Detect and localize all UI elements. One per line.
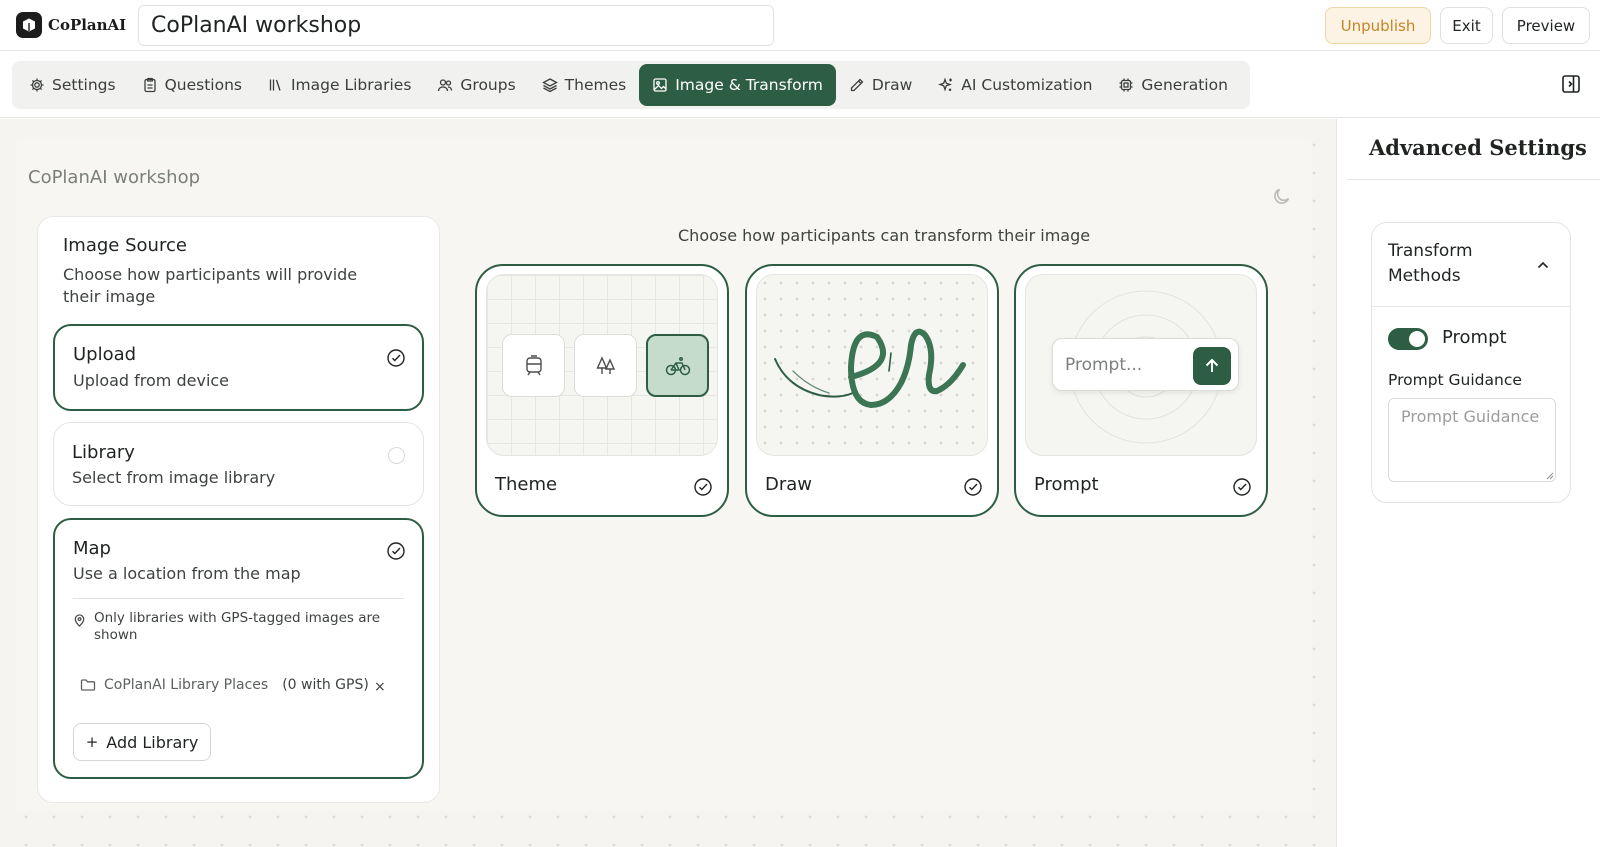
tab-draw[interactable]: Draw (836, 64, 925, 106)
logo: CoPlanAI (16, 12, 126, 38)
chevron-up-icon[interactable] (1535, 257, 1551, 273)
pencil-icon (850, 78, 864, 92)
layers-icon (541, 78, 558, 93)
resize-grip-icon[interactable] (1544, 470, 1554, 480)
check-circle-icon (1233, 478, 1251, 496)
tab-label: Image & Transform (675, 76, 823, 94)
tram-icon (502, 334, 565, 397)
prompt-placeholder: Prompt... (1065, 355, 1143, 375)
check-circle-icon (964, 478, 982, 496)
users-icon (438, 79, 453, 92)
toggle-label: Prompt (1442, 327, 1507, 348)
tab-label: Generation (1141, 76, 1228, 94)
tab-settings[interactable]: Settings (16, 64, 129, 106)
check-circle-icon (387, 542, 405, 560)
unpublish-button[interactable]: Unpublish (1325, 7, 1431, 44)
library-icon (269, 79, 281, 91)
preview-button[interactable]: Preview (1502, 7, 1590, 44)
divider (1347, 179, 1600, 180)
draw-preview (756, 274, 988, 456)
workshop-title-input[interactable] (138, 5, 774, 46)
option-subtitle: Use a location from the map (73, 564, 301, 583)
tab-image-transform[interactable]: Image & Transform (639, 64, 836, 106)
source-option-map[interactable]: Map Use a location from the map Only lib… (53, 518, 424, 779)
image-source-title: Image Source (63, 235, 187, 256)
selected-library: CoPlanAI Library Places (0 with GPS) (80, 677, 369, 693)
folder-icon (80, 679, 96, 691)
exit-button[interactable]: Exit (1440, 7, 1493, 44)
tab-ai-customization[interactable]: AI Customization (925, 64, 1105, 106)
card-label: Prompt (1034, 474, 1099, 495)
tab-themes[interactable]: Themes (529, 64, 640, 106)
theme-preview (486, 274, 718, 456)
tab-bar: Settings Questions Image Libraries Group… (0, 51, 1600, 118)
add-library-button[interactable]: + Add Library (73, 723, 211, 761)
transform-card-draw[interactable]: Draw (745, 264, 999, 517)
plus-icon: + (85, 733, 99, 751)
prompt-preview: Prompt... (1025, 274, 1257, 456)
sparkles-icon (938, 77, 953, 92)
logo-text: CoPlanAI (48, 16, 127, 34)
gps-note: Only libraries with GPS-tagged images ar… (73, 610, 393, 644)
panel-title: Advanced Settings (1369, 135, 1587, 160)
option-subtitle: Upload from device (73, 371, 230, 390)
divider (73, 598, 404, 599)
tab-image-libraries[interactable]: Image Libraries (255, 64, 424, 106)
tab-questions[interactable]: Questions (129, 64, 255, 106)
transform-methods-section: Transform Methods Prompt Prompt Guidance (1371, 222, 1571, 503)
panel-toggle-icon[interactable] (1560, 73, 1582, 95)
prompt-guidance-input[interactable] (1388, 398, 1556, 482)
canvas-title: CoPlanAI workshop (28, 167, 201, 188)
clipboard-icon (143, 77, 156, 93)
card-label: Draw (765, 474, 813, 495)
add-library-label: Add Library (106, 732, 199, 752)
logo-icon (16, 12, 42, 38)
prompt-input-mock: Prompt... (1052, 338, 1239, 391)
library-gps-count: (0 with GPS) (282, 677, 369, 693)
source-option-library[interactable]: Library Select from image library (53, 422, 424, 506)
bicycle-icon (646, 334, 709, 397)
tab-label: Questions (164, 76, 242, 94)
gear-icon (30, 78, 44, 92)
library-name: CoPlanAI Library Places (104, 677, 269, 693)
moon-icon[interactable] (1271, 185, 1293, 207)
trees-icon (574, 334, 637, 397)
image-source-description: Choose how participants will provide the… (63, 265, 358, 306)
tab-generation[interactable]: Generation (1105, 64, 1240, 106)
image-icon (653, 78, 667, 92)
option-title: Library (72, 442, 135, 463)
gps-note-text: Only libraries with GPS-tagged images ar… (94, 610, 381, 643)
advanced-settings-panel: Advanced Settings Transform Methods Prom… (1336, 119, 1600, 847)
check-circle-icon (694, 478, 712, 496)
card-label: Theme (495, 474, 558, 495)
option-subtitle: Select from image library (72, 468, 276, 487)
guidance-label: Prompt Guidance (1388, 371, 1522, 389)
check-circle-icon (387, 349, 405, 367)
arrow-up-icon (1193, 347, 1231, 385)
transform-card-theme[interactable]: Theme (475, 264, 729, 517)
section-title: Transform Methods (1388, 241, 1473, 286)
tab-label: Settings (52, 76, 116, 94)
transform-caption: Choose how participants can transform th… (678, 226, 1091, 245)
tab-groups[interactable]: Groups (424, 64, 528, 106)
divider (1372, 306, 1570, 307)
map-pin-icon (74, 614, 85, 627)
tab-label: AI Customization (961, 76, 1093, 94)
radio-empty-icon (388, 447, 405, 464)
option-title: Upload (73, 344, 137, 365)
tab-label: Themes (564, 76, 627, 94)
remove-library-icon[interactable]: × (374, 679, 386, 695)
transform-card-prompt[interactable]: Prompt... Prompt (1014, 264, 1268, 517)
tab-label: Image Libraries (290, 76, 412, 94)
toggle-knob (1409, 331, 1425, 347)
source-option-upload[interactable]: Upload Upload from device (53, 324, 424, 411)
cpu-icon (1119, 78, 1133, 92)
tab-label: Draw (871, 76, 913, 94)
prompt-toggle[interactable] (1388, 328, 1428, 350)
tab-label: Groups (460, 76, 516, 94)
squiggle-drawing (774, 328, 966, 409)
tab-strip: Settings Questions Image Libraries Group… (12, 61, 1250, 109)
top-bar: CoPlanAI Unpublish Exit Preview (0, 0, 1600, 51)
option-title: Map (73, 538, 111, 559)
